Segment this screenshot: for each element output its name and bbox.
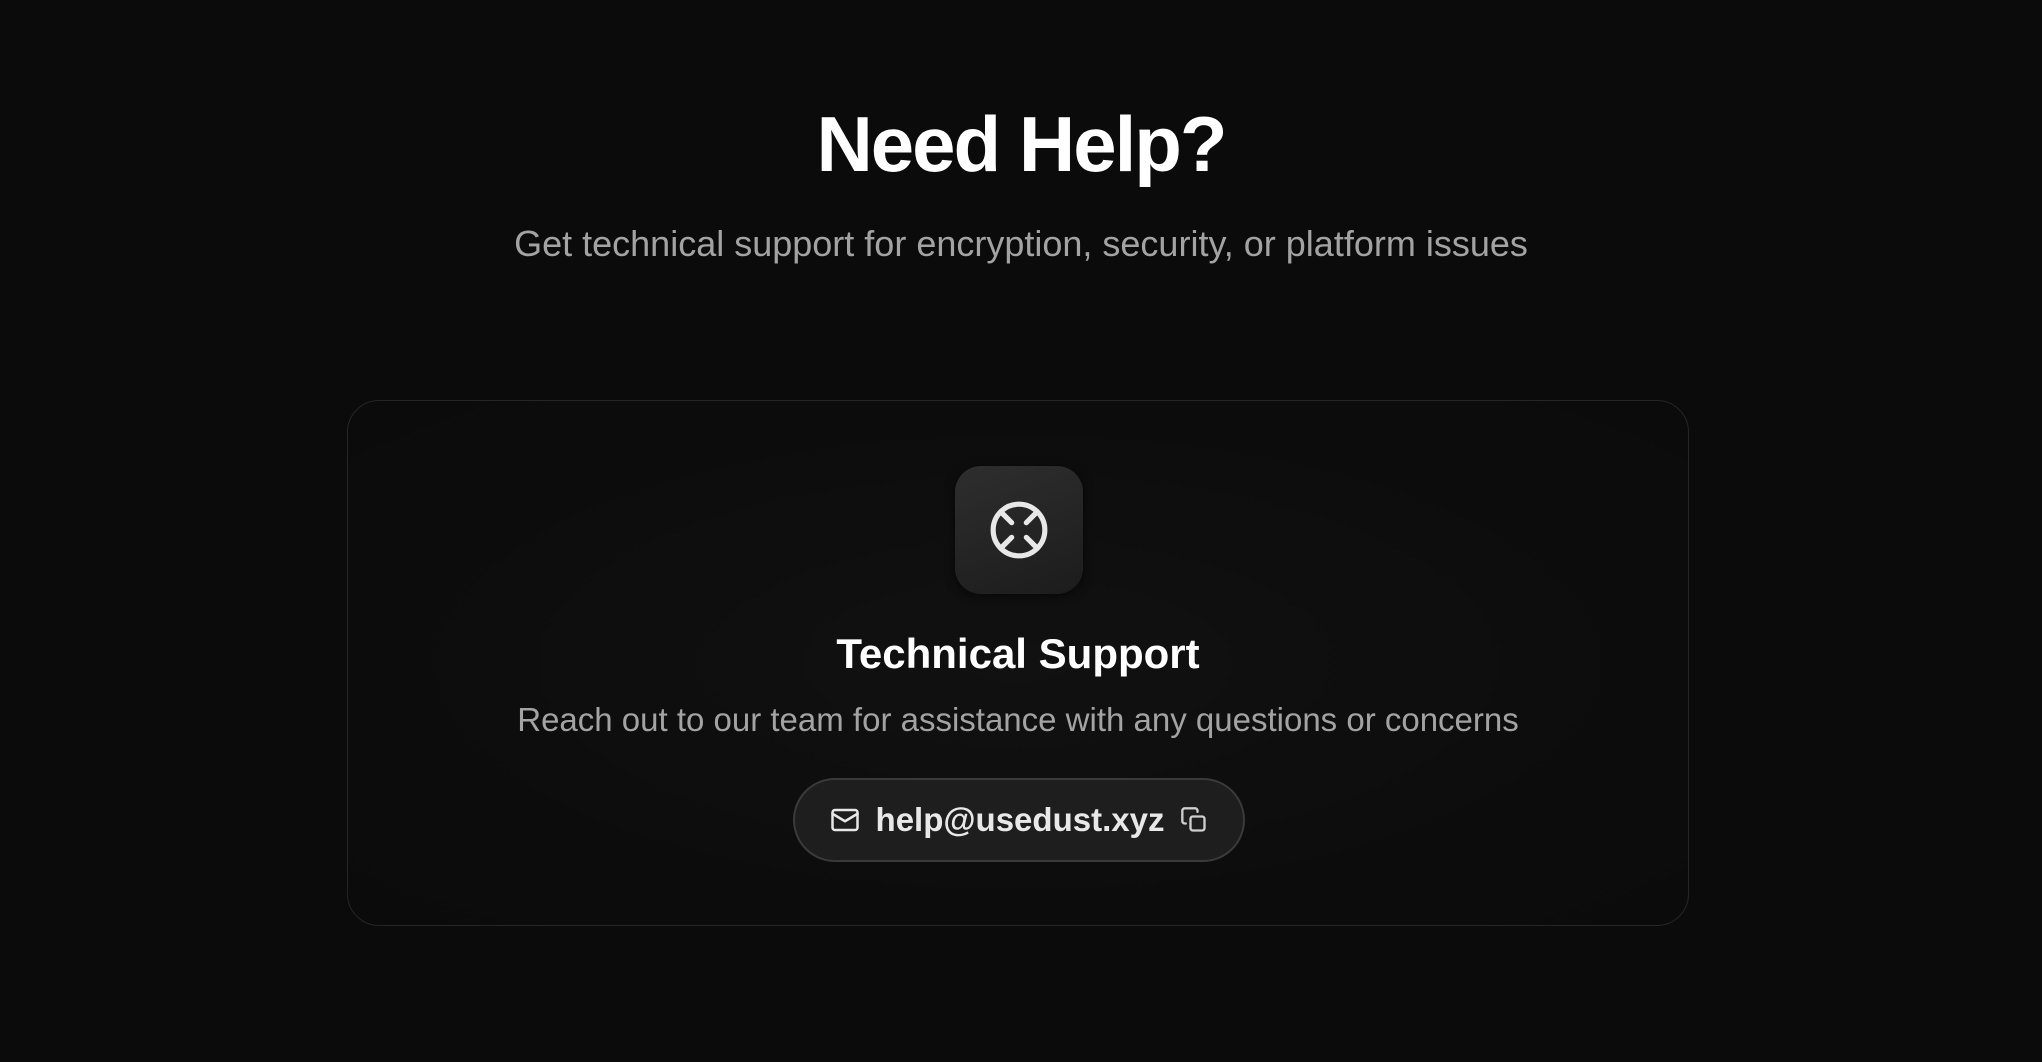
card-title: Technical Support [836, 630, 1200, 677]
lifebuoy-icon [988, 499, 1050, 561]
page-subtitle: Get technical support for encryption, se… [514, 223, 1528, 264]
support-icon-tile [955, 466, 1083, 594]
mail-icon [830, 805, 860, 835]
technical-support-card: Technical Support Reach out to our team … [347, 400, 1689, 926]
copy-icon[interactable] [1180, 806, 1208, 834]
help-page: Need Help? Get technical support for enc… [0, 0, 2042, 1062]
support-email: help@usedust.xyz [875, 801, 1165, 838]
card-description: Reach out to our team for assistance wit… [517, 701, 1519, 738]
copy-email-button[interactable]: help@usedust.xyz [793, 778, 1245, 862]
page-title: Need Help? [816, 100, 1227, 188]
